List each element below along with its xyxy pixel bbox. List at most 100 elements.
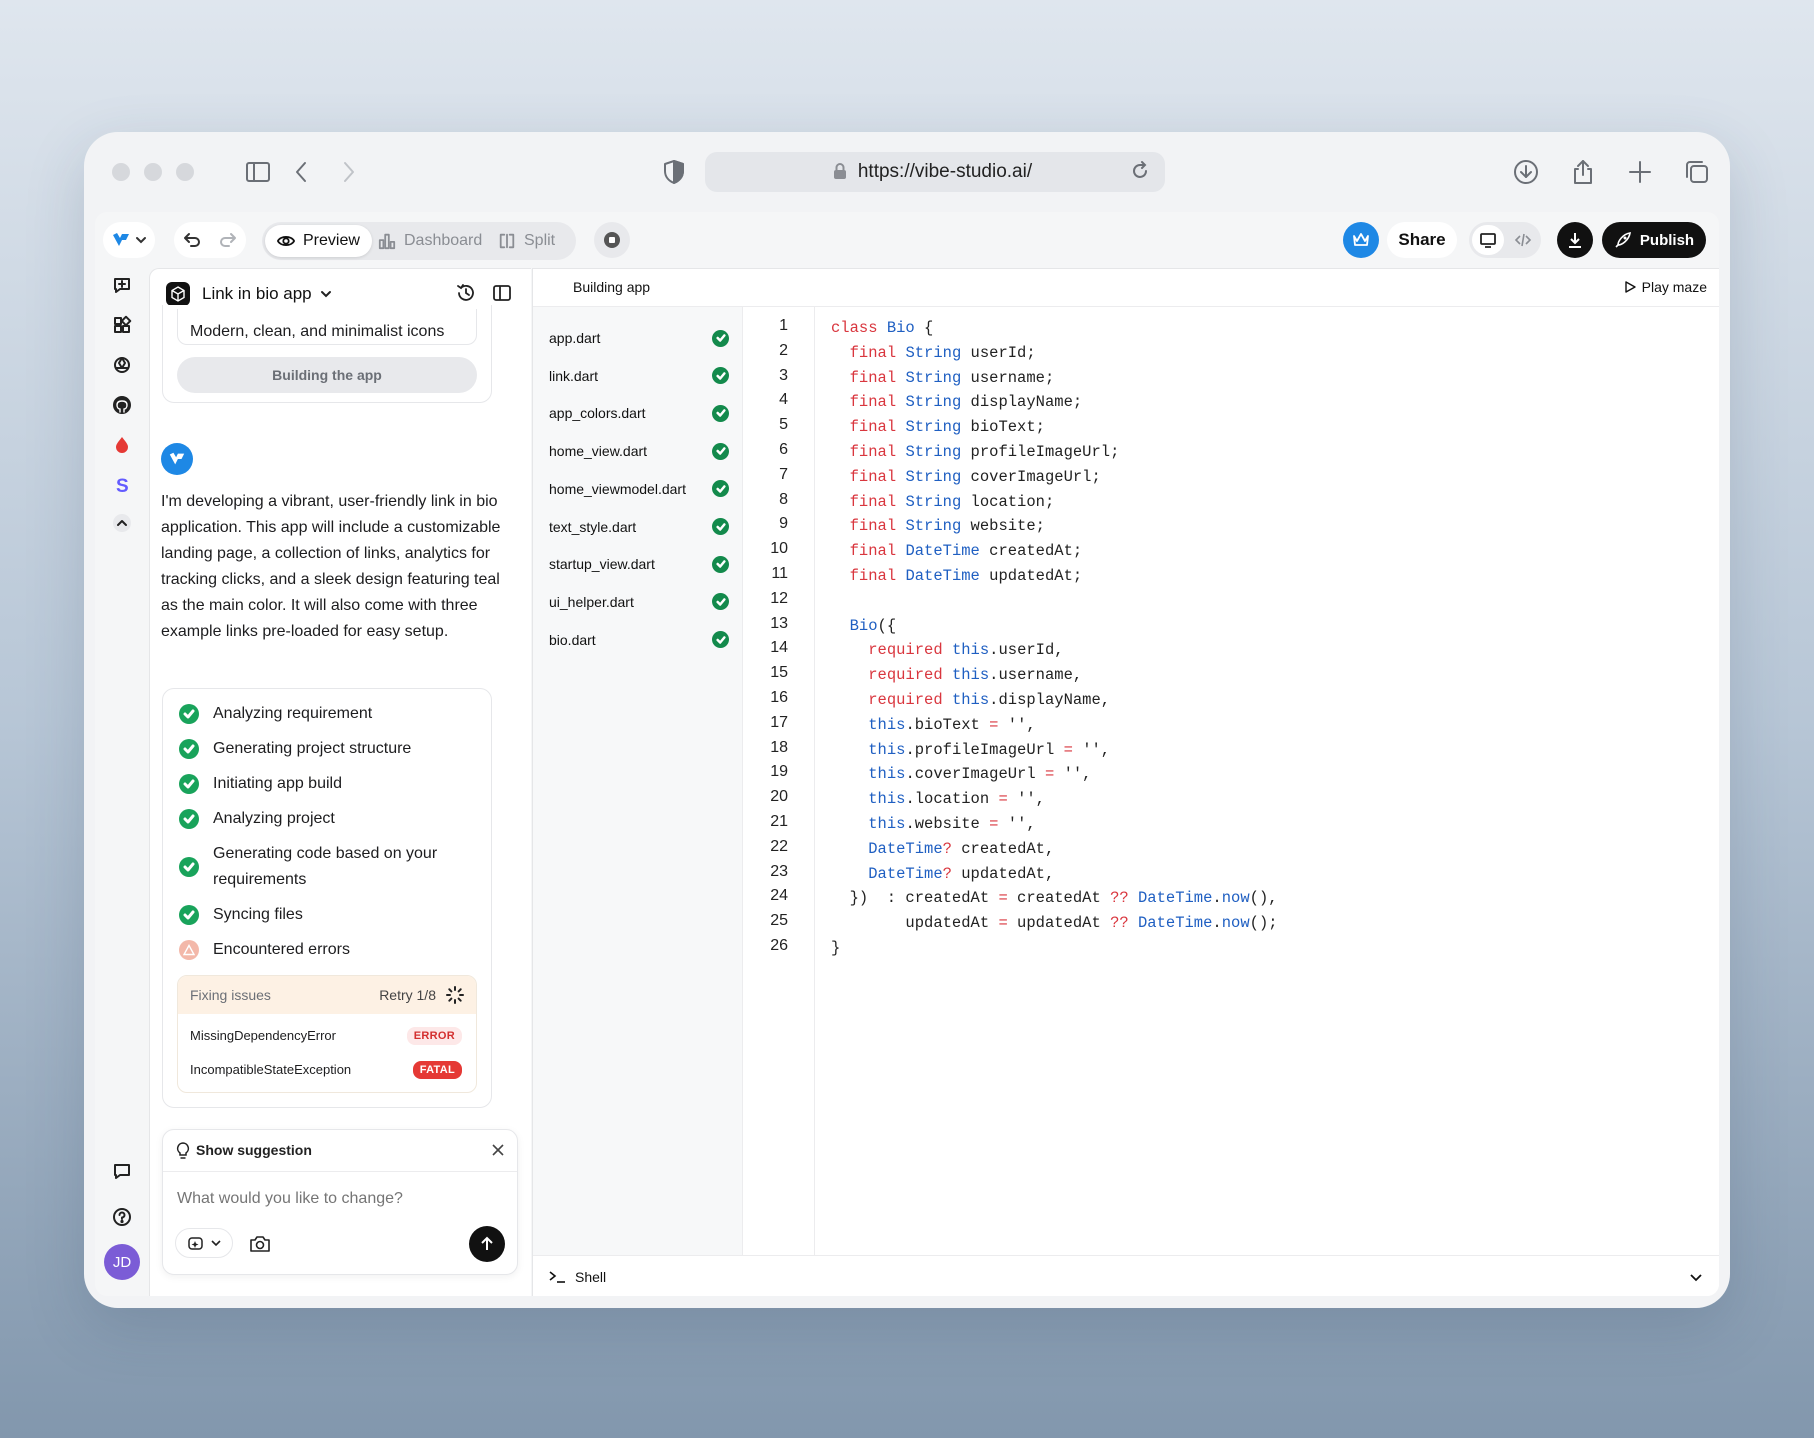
step-label: Generating code based on your requiremen… <box>213 845 438 888</box>
app-logo-menu[interactable] <box>103 222 155 258</box>
feedback-icon[interactable] <box>107 1156 137 1186</box>
file-item[interactable]: startup_view.dart <box>549 549 729 579</box>
code-line: final String coverImageUrl; <box>849 467 1101 486</box>
components-icon[interactable] <box>107 310 137 340</box>
file-item[interactable]: bio.dart <box>549 625 729 655</box>
tab-overview-icon[interactable] <box>1679 154 1715 190</box>
line-number: 15 <box>770 664 788 682</box>
stripe-icon[interactable]: S <box>107 470 137 500</box>
file-name: startup_view.dart <box>549 556 655 573</box>
user-avatar[interactable]: JD <box>104 1244 140 1280</box>
new-tab-icon[interactable] <box>1622 154 1658 190</box>
step-item: Initiating app build <box>179 771 342 797</box>
file-item[interactable]: text_style.dart <box>549 512 729 542</box>
download-project-button[interactable] <box>1557 222 1593 258</box>
chevron-down-icon <box>211 1240 221 1247</box>
address-bar[interactable]: https://vibe-studio.ai/ <box>705 152 1165 192</box>
file-name: app.dart <box>549 330 601 346</box>
fixing-issues-box: Fixing issues Retry 1/8 MissingDependenc… <box>177 975 477 1093</box>
line-number: 1 <box>779 317 788 334</box>
line-number: 26 <box>770 937 788 954</box>
chat-panel: Link in bio app Modern, clean, and minim… <box>149 268 531 1296</box>
collapse-rail-icon[interactable] <box>107 508 137 538</box>
file-item[interactable]: ui_helper.dart <box>549 587 729 617</box>
check-circle-icon <box>712 593 729 611</box>
line-number: 21 <box>770 813 788 830</box>
lightbulb-icon <box>176 1142 190 1159</box>
terminal-icon <box>549 1270 565 1283</box>
firebase-icon[interactable] <box>107 430 137 460</box>
sidebar-toggle-icon[interactable] <box>240 154 276 190</box>
redo-icon[interactable] <box>218 230 238 255</box>
download-icon <box>1569 233 1581 248</box>
check-circle-icon <box>179 774 199 794</box>
code-line: } <box>831 939 841 957</box>
reload-icon[interactable] <box>1129 160 1151 188</box>
file-item[interactable]: home_viewmodel.dart <box>549 474 729 504</box>
privacy-shield-icon[interactable] <box>656 154 692 190</box>
line-gutter: 1 2 3 4 5 6 7 8 9 10 11 12 13 14 15 16 17 18 19 20 21 22 23 24 2… <box>743 307 815 1255</box>
file-item[interactable]: link.dart <box>549 361 729 391</box>
line-number: 10 <box>770 540 788 558</box>
send-button[interactable] <box>469 1226 505 1262</box>
code-line: DateTime? updatedAt, <box>868 864 1055 883</box>
close-icon[interactable] <box>491 1143 505 1157</box>
tab-split[interactable]: Split <box>486 225 567 257</box>
step-item: Analyzing project <box>179 806 335 832</box>
show-suggestion-label[interactable]: Show suggestion <box>196 1142 312 1158</box>
stop-button[interactable] <box>594 222 630 258</box>
file-item[interactable]: app_colors.dart <box>549 398 729 428</box>
github-icon[interactable] <box>107 390 137 420</box>
camera-icon[interactable] <box>249 1234 271 1254</box>
panel-toggle-icon[interactable] <box>492 283 512 308</box>
line-number: 25 <box>770 912 788 930</box>
line-number: 17 <box>770 713 788 731</box>
svg-text:S: S <box>116 476 129 495</box>
arrow-up-icon <box>481 1236 493 1250</box>
fatal-badge: FATAL <box>412 1061 462 1079</box>
stop-icon <box>604 232 620 248</box>
back-icon[interactable] <box>284 154 320 190</box>
share-sheet-icon[interactable] <box>1565 154 1601 190</box>
shell-bar[interactable]: Shell <box>533 1255 1719 1296</box>
error-badge: ERROR <box>406 1027 462 1045</box>
code-line: final String userId; <box>849 343 1036 362</box>
new-chat-icon[interactable] <box>107 270 137 300</box>
chevron-down-icon[interactable] <box>1689 1270 1703 1284</box>
project-box-icon <box>166 282 190 306</box>
upgrade-crown-button[interactable] <box>1343 222 1379 258</box>
tab-dashboard[interactable]: Dashboard <box>366 225 494 257</box>
openai-icon[interactable] <box>107 350 137 380</box>
code-line: DateTime? createdAt, <box>868 839 1055 858</box>
project-selector[interactable]: Link in bio app <box>202 284 332 304</box>
undo-icon[interactable] <box>182 230 202 255</box>
tab-preview[interactable]: Preview <box>265 225 372 257</box>
chat-input[interactable] <box>177 1186 497 1212</box>
code-icon <box>1514 233 1532 247</box>
download-icon[interactable] <box>1508 154 1544 190</box>
window-zoom-button[interactable] <box>176 163 194 181</box>
file-name: ui_helper.dart <box>549 593 634 610</box>
desktop-view-button[interactable] <box>1472 225 1504 255</box>
line-number: 4 <box>779 391 788 409</box>
vibe-logo-icon <box>113 233 129 246</box>
help-icon[interactable] <box>107 1202 137 1232</box>
share-button[interactable]: Share <box>1387 222 1457 258</box>
url-text: https://vibe-studio.ai/ <box>857 161 1033 182</box>
error-name: IncompatibleStateException <box>190 1062 352 1077</box>
window-close-button[interactable] <box>112 163 130 181</box>
forward-icon[interactable] <box>330 154 366 190</box>
code-line: updatedAt = updatedAt ?? DateTime.now(); <box>831 914 1278 933</box>
line-number: 22 <box>770 837 788 855</box>
code-line: this.profileImageUrl = '', <box>868 740 1111 759</box>
ai-mode-selector[interactable] <box>175 1228 233 1258</box>
check-circle-icon <box>712 367 729 385</box>
file-item[interactable]: home_view.dart <box>549 436 729 466</box>
play-button[interactable]: Play maze <box>1624 279 1707 295</box>
undo-redo-group <box>174 222 246 258</box>
code-view-button[interactable] <box>1507 225 1539 255</box>
window-minimize-button[interactable] <box>144 163 162 181</box>
file-item[interactable]: app.dart <box>549 323 729 353</box>
publish-button[interactable]: Publish <box>1602 222 1706 258</box>
tab-preview-label: Preview <box>303 232 360 249</box>
